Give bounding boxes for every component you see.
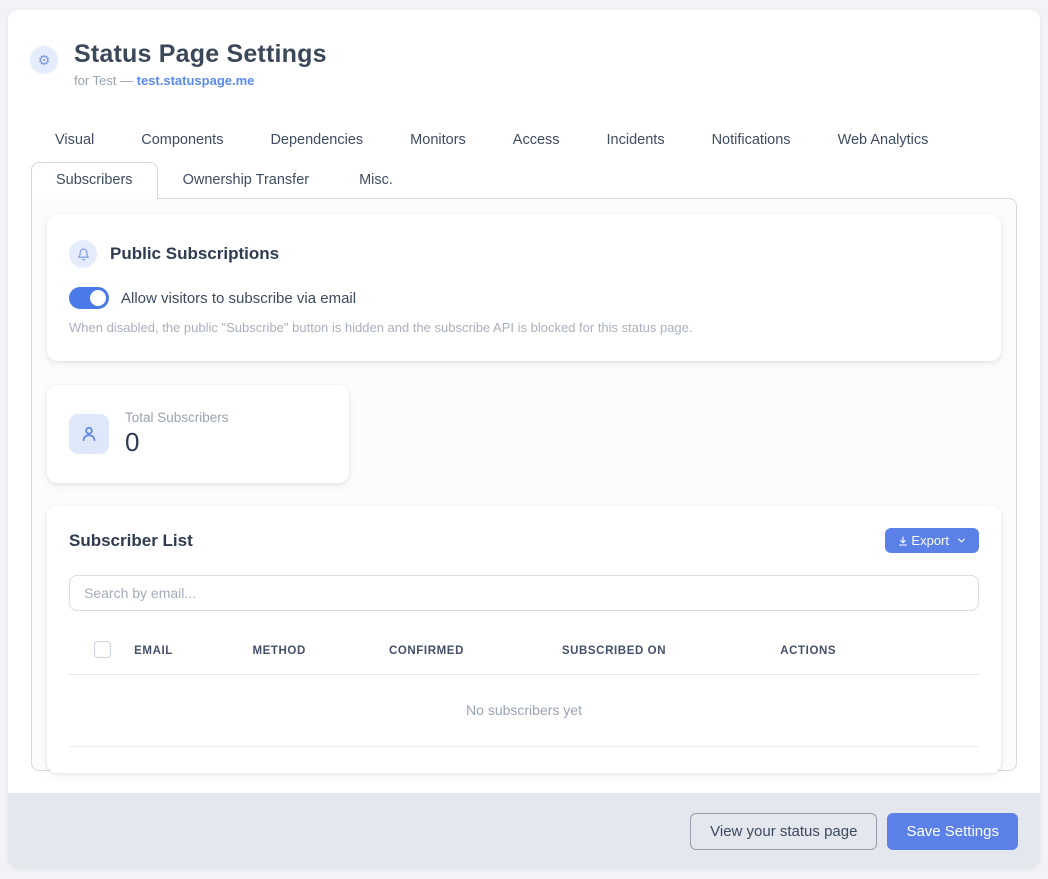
status-page-settings-window: ⚙ Status Page Settings for Test — test.s… <box>8 10 1040 868</box>
tabs: Visual Components Dependencies Monitors … <box>8 132 1040 198</box>
empty-state-row: No subscribers yet <box>69 675 979 747</box>
toggle-knob <box>90 290 106 306</box>
column-subscribed-on: Subscribed On <box>556 632 774 675</box>
search-input[interactable] <box>69 575 979 611</box>
public-subscriptions-card: Public Subscriptions Allow visitors to s… <box>47 214 1001 361</box>
tab-dependencies[interactable]: Dependencies <box>270 132 363 148</box>
tab-ownership-transfer[interactable]: Ownership Transfer <box>158 162 335 198</box>
tab-misc[interactable]: Misc. <box>334 162 418 198</box>
status-page-link[interactable]: test.statuspage.me <box>137 73 255 88</box>
empty-state-message: No subscribers yet <box>69 675 979 747</box>
export-button[interactable]: Export <box>885 528 979 553</box>
view-status-page-button[interactable]: View your status page <box>690 813 877 850</box>
tab-monitors[interactable]: Monitors <box>410 132 466 148</box>
total-subscribers-card: Total Subscribers 0 <box>47 385 349 483</box>
column-confirmed: Confirmed <box>383 632 556 675</box>
subscribers-panel: Public Subscriptions Allow visitors to s… <box>31 198 1017 771</box>
subscriber-list-header: Subscriber List Export <box>69 528 979 553</box>
subscribers-table: Email Method Confirmed Subscribed On Act… <box>69 632 979 747</box>
table-header-row: Email Method Confirmed Subscribed On Act… <box>69 632 979 675</box>
tab-notifications[interactable]: Notifications <box>712 132 791 148</box>
gear-icon: ⚙ <box>30 46 58 74</box>
subscriber-list-card: Subscriber List Export Email Method Conf… <box>47 506 1001 773</box>
select-all-checkbox[interactable] <box>94 641 111 658</box>
subscribe-toggle-row: Allow visitors to subscribe via email <box>69 287 979 309</box>
export-button-label: Export <box>911 533 949 548</box>
tab-incidents[interactable]: Incidents <box>607 132 665 148</box>
tab-access[interactable]: Access <box>513 132 560 148</box>
chevron-down-icon <box>956 535 967 546</box>
page-title: Status Page Settings <box>74 40 327 69</box>
stat-text: Total Subscribers 0 <box>125 410 229 458</box>
total-subscribers-value: 0 <box>125 427 229 458</box>
person-icon <box>69 414 109 454</box>
subscribe-toggle-label: Allow visitors to subscribe via email <box>121 290 356 307</box>
tab-components[interactable]: Components <box>141 132 223 148</box>
bell-icon <box>69 240 97 268</box>
subscribe-toggle[interactable] <box>69 287 109 309</box>
footer-bar: View your status page Save Settings <box>8 793 1040 868</box>
total-subscribers-label: Total Subscribers <box>125 410 229 425</box>
header-text: Status Page Settings for Test — test.sta… <box>74 40 327 88</box>
save-settings-button[interactable]: Save Settings <box>887 813 1018 850</box>
subscriber-list-title: Subscriber List <box>69 531 193 551</box>
tab-row-2: Subscribers Ownership Transfer Misc. <box>31 162 1017 198</box>
column-email: Email <box>128 632 246 675</box>
tab-row-1: Visual Components Dependencies Monitors … <box>31 132 1017 162</box>
column-actions: Actions <box>774 632 979 675</box>
page-header: ⚙ Status Page Settings for Test — test.s… <box>8 10 1040 88</box>
page-subtitle: for Test — test.statuspage.me <box>74 73 327 88</box>
subscribe-helper-text: When disabled, the public "Subscribe" bu… <box>69 320 979 335</box>
subtitle-prefix: for Test — <box>74 73 137 88</box>
public-subscriptions-header: Public Subscriptions <box>69 240 979 268</box>
column-method: Method <box>246 632 383 675</box>
download-icon <box>897 535 909 547</box>
tab-visual[interactable]: Visual <box>55 132 94 148</box>
tab-subscribers[interactable]: Subscribers <box>31 162 158 199</box>
tab-web-analytics[interactable]: Web Analytics <box>838 132 929 148</box>
public-subscriptions-title: Public Subscriptions <box>110 244 279 264</box>
